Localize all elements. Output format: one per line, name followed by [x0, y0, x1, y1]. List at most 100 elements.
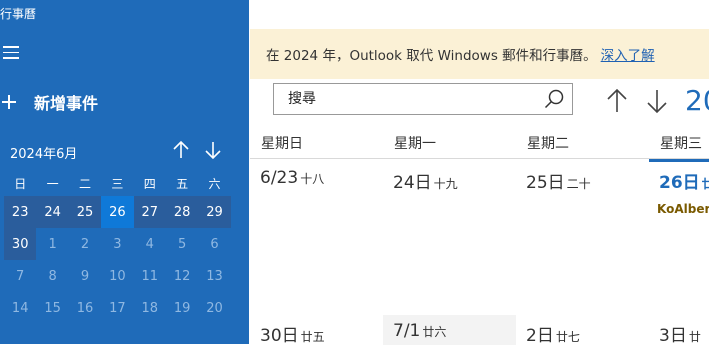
mini-calendar-day[interactable]: 13 [198, 260, 230, 292]
mini-calendar-day[interactable]: 6 [198, 228, 230, 260]
lunar-date: 十九 [433, 177, 458, 191]
plus-icon [2, 95, 16, 109]
mini-calendar-week: 7 8 9 10 11 12 13 [4, 260, 231, 292]
mini-calendar-day[interactable]: 16 [69, 292, 101, 324]
lunar-date: 廿七 [555, 330, 580, 344]
mini-calendar-day[interactable]: 26 [101, 196, 134, 228]
mini-calendar-day[interactable]: 18 [134, 292, 166, 324]
day-date-label: 2日 廿七 [526, 321, 580, 346]
mini-calendar-day[interactable]: 1 [36, 228, 68, 260]
lunar-date: 廿 [688, 330, 701, 344]
calendar-day-cell[interactable]: 25日 二十 [516, 159, 649, 314]
day-date-label: 7/1 廿六 [393, 321, 446, 341]
calendar-day-cell[interactable]: 7/1 廿六 [383, 315, 516, 345]
day-date: 26日 [659, 173, 700, 193]
outlook-banner: 在 2024 年，Outlook 取代 Windows 郵件和行事曆。 深入了解 [250, 29, 709, 79]
mini-calendar-day[interactable]: 19 [166, 292, 198, 324]
mini-calendar-weekday: 一 [46, 176, 59, 191]
lunar-date: 廿 [701, 177, 709, 191]
mini-calendar-day[interactable]: 29 [198, 196, 231, 228]
day-date: 7/1 [393, 321, 421, 341]
mini-calendar-month-label[interactable]: 2024年6月 [10, 143, 77, 162]
week-day-header: 星期一 [394, 136, 436, 152]
day-date-label: 25日 二十 [526, 168, 591, 193]
app-title: 行事曆 [0, 7, 37, 21]
day-date: 3日 [659, 326, 687, 346]
calendar-week-row: 30日 廿五 7/1 廿六 2日 廿七 3日廿 [250, 315, 709, 346]
new-event-button[interactable]: 新增事件 [2, 88, 98, 116]
learn-more-link[interactable]: 深入了解 [601, 44, 655, 64]
calendar-day-cell[interactable]: 30日 廿五 [250, 315, 383, 346]
calendar-day-cell[interactable]: 26日廿 KoAlbert [649, 159, 709, 317]
search-box[interactable] [273, 83, 573, 115]
mini-calendar-weekday: 六 [208, 176, 221, 191]
mini-calendar-weekday: 四 [143, 176, 156, 191]
lunar-date: 十八 [300, 172, 325, 186]
mini-calendar-day[interactable]: 14 [4, 292, 36, 324]
lunar-date: 廿六 [422, 325, 447, 339]
sidebar: 行事曆 新增事件 2024年6月 日一二三四五六 23 24 25 26 27 28 29 3… [0, 0, 249, 344]
day-date: 25日 [526, 173, 565, 193]
calendar-day-cell[interactable]: 3日廿 [649, 315, 709, 346]
day-date-label: 30日 廿五 [260, 321, 325, 346]
mini-calendar-day[interactable]: 12 [166, 260, 198, 292]
mini-calendar-weekdays: 日一二三四五六 [4, 170, 231, 196]
mini-calendar-day[interactable]: 4 [134, 228, 166, 260]
calendar-day-cell[interactable]: 2日 廿七 [516, 315, 649, 346]
week-day-header: 星期二 [527, 136, 569, 152]
mini-calendar-day[interactable]: 17 [101, 292, 133, 324]
lunar-date: 廿五 [300, 330, 325, 344]
mini-calendar-weekday: 五 [176, 176, 189, 191]
mini-calendar-day[interactable]: 24 [36, 196, 69, 228]
mini-calendar-week: 14 15 16 17 18 19 20 [4, 292, 231, 324]
mini-calendar-weekday: 二 [78, 176, 91, 191]
mini-calendar-day[interactable]: 11 [134, 260, 166, 292]
day-date-label: 3日廿 [659, 321, 701, 346]
search-icon[interactable] [542, 87, 566, 111]
mini-calendar-header: 2024年6月 [10, 140, 235, 162]
mini-calendar-day[interactable]: 28 [165, 196, 199, 228]
week-day-headers: 星期日 星期一 星期二 星期三 [250, 128, 709, 159]
calendar-event[interactable]: KoAlbert [657, 202, 709, 216]
mini-calendar: 日一二三四五六 23 24 25 26 27 28 29 30 1 2 3 4 5 6 7 8 9 10 11 12 1… [4, 170, 231, 324]
arrow-up-icon[interactable] [172, 140, 192, 162]
day-date-label: 26日廿 [659, 168, 709, 193]
day-date-label: 24日 十九 [393, 168, 458, 193]
day-date: 6/23 [260, 168, 299, 188]
mini-calendar-day[interactable]: 20 [198, 292, 230, 324]
mini-calendar-day[interactable]: 25 [68, 196, 102, 228]
previous-week-arrow-icon[interactable] [606, 88, 628, 114]
current-period-title[interactable]: 20 [685, 84, 709, 118]
new-event-label: 新增事件 [34, 94, 99, 113]
day-date: 2日 [526, 326, 554, 346]
mini-calendar-day[interactable]: 8 [36, 260, 68, 292]
mini-calendar-day[interactable]: 9 [69, 260, 101, 292]
search-input[interactable] [286, 90, 542, 108]
lunar-date: 二十 [566, 177, 591, 191]
arrow-down-icon[interactable] [204, 140, 224, 162]
mini-calendar-day[interactable]: 30 [4, 228, 37, 260]
mini-calendar-week: 23 24 25 26 27 28 29 [4, 196, 231, 228]
day-date: 24日 [393, 173, 432, 193]
mini-calendar-day[interactable]: 15 [36, 292, 68, 324]
next-week-arrow-icon[interactable] [646, 88, 668, 114]
mini-calendar-day[interactable]: 7 [4, 260, 36, 292]
hamburger-menu-icon[interactable] [3, 46, 19, 60]
mini-calendar-day[interactable]: 10 [101, 260, 133, 292]
day-date-label: 6/23 十八 [260, 168, 324, 188]
mini-calendar-day[interactable]: 5 [166, 228, 198, 260]
banner-text: 在 2024 年，Outlook 取代 Windows 郵件和行事曆。 [266, 48, 597, 64]
mini-calendar-day[interactable]: 23 [4, 196, 37, 228]
mini-calendar-week: 30 1 2 3 4 5 6 [4, 228, 231, 260]
calendar-grid: 6/23十八24日十九25日二十26日廿KoAlbert30日廿五7/1廿六2日… [250, 159, 709, 346]
calendar-day-cell[interactable]: 24日 十九 [383, 159, 516, 314]
mini-calendar-day[interactable]: 27 [133, 196, 166, 228]
calendar-day-cell[interactable]: 6/23 十八 [250, 159, 383, 314]
day-date: 30日 [260, 326, 299, 346]
mini-calendar-weekday: 三 [111, 176, 124, 191]
week-day-header: 星期日 [261, 136, 303, 152]
mini-calendar-day[interactable]: 2 [69, 228, 101, 260]
mini-calendar-weekday: 日 [14, 176, 27, 191]
week-day-header: 星期三 [660, 136, 702, 152]
mini-calendar-day[interactable]: 3 [101, 228, 133, 260]
